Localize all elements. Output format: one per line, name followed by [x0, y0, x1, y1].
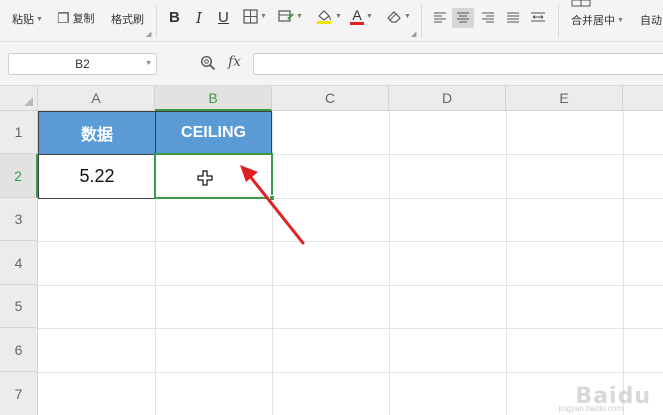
column-header-d[interactable]: D [389, 86, 506, 111]
zoom-icon[interactable] [200, 55, 216, 75]
watermark-url: jingyan.baidu.com [558, 404, 623, 413]
align-center-button[interactable] [452, 8, 474, 28]
formula-input[interactable] [253, 53, 663, 75]
cell-style-icon [278, 10, 294, 22]
name-box-value: B2 [75, 57, 90, 71]
align-left-button[interactable] [429, 8, 451, 28]
font-color-caret-icon: ▼ [366, 12, 373, 20]
eraser-icon [387, 11, 401, 23]
font-color-swatch [350, 22, 364, 25]
copy-label: 复制 [72, 13, 95, 25]
column-header-b[interactable]: B [155, 86, 272, 111]
merge-center-label: 合并居中 [571, 15, 615, 27]
formula-bar: B2 ▼ fx [0, 42, 663, 86]
underline-button[interactable]: U [218, 9, 229, 26]
cell-a2[interactable]: 5.22 [38, 154, 156, 199]
fill-color-icon [317, 10, 331, 24]
row-header-7[interactable]: 7 [0, 372, 38, 415]
paste-caret-icon[interactable]: ▼ [36, 16, 43, 23]
auto-wrap-button[interactable]: 自动 [640, 12, 662, 28]
font-color-glyph: A [352, 7, 362, 23]
ribbon-toolbar: 粘贴 ▼ ❐ 复制 格式刷 ◢ B I U ▼ ▼ ▼ A ▼ ▼ ◢ 合并居中… [0, 0, 663, 42]
paste-button[interactable]: 粘贴 ▼ [12, 11, 43, 27]
font-color-button[interactable]: A ▼ [350, 7, 373, 25]
cell-b1[interactable]: CEILING [155, 111, 272, 155]
insert-function-button[interactable]: fx [228, 54, 241, 70]
align-right-button[interactable] [477, 8, 499, 28]
row-header-3[interactable]: 3 [0, 198, 38, 241]
auto-wrap-label: 自动 [640, 15, 662, 27]
copy-icon: ❐ [57, 10, 70, 26]
column-header-f[interactable] [623, 86, 663, 111]
cell-style-caret-icon: ▼ [296, 13, 303, 20]
merge-center-button[interactable]: 合并居中 ▼ [571, 12, 624, 28]
row-header-4[interactable]: 4 [0, 241, 38, 285]
distribute-button[interactable] [527, 8, 549, 28]
copy-button[interactable]: ❐ 复制 [57, 10, 95, 26]
clipboard-group-expand-icon[interactable]: ◢ [146, 30, 151, 38]
distribute-icon [531, 12, 545, 22]
column-header-e[interactable]: E [506, 86, 623, 111]
paste-label: 粘贴 [12, 14, 34, 26]
fill-handle[interactable] [269, 195, 275, 201]
cell-cross-cursor-icon [197, 170, 213, 191]
select-all-corner[interactable] [0, 86, 38, 111]
border-button[interactable]: ▼ [243, 9, 267, 24]
justify-button[interactable] [502, 8, 524, 28]
fill-color-button[interactable]: ▼ [315, 8, 342, 25]
column-header-a[interactable]: A [38, 86, 155, 111]
justify-icon [507, 12, 519, 23]
cell-a1[interactable]: 数据 [38, 111, 156, 155]
select-all-triangle-icon [24, 97, 33, 106]
fill-color-caret-icon: ▼ [335, 13, 342, 20]
column-header-c[interactable]: C [272, 86, 389, 111]
name-box[interactable]: B2 ▼ [8, 53, 157, 75]
separator [558, 4, 559, 38]
clear-caret-icon: ▼ [404, 13, 411, 20]
border-icon [243, 9, 258, 24]
align-left-icon [434, 12, 446, 23]
italic-button[interactable]: I [196, 9, 202, 27]
align-center-icon [457, 12, 469, 23]
merge-center-icon [571, 0, 591, 8]
font-group-expand-icon[interactable]: ◢ [411, 30, 416, 38]
separator [421, 4, 422, 38]
clear-button[interactable]: ▼ [386, 9, 411, 24]
cell-b2-selected[interactable] [154, 153, 273, 199]
merge-center-caret-icon: ▼ [617, 16, 624, 24]
bold-button[interactable]: B [169, 9, 180, 26]
border-caret-icon: ▼ [260, 13, 267, 20]
cell-style-button[interactable]: ▼ [278, 9, 303, 24]
separator [156, 4, 157, 38]
format-painter-button[interactable]: 格式刷 [111, 11, 144, 27]
name-box-caret-icon[interactable]: ▼ [145, 60, 152, 67]
row-header-5[interactable]: 5 [0, 285, 38, 328]
format-painter-label: 格式刷 [111, 14, 144, 26]
row-header-1[interactable]: 1 [0, 111, 38, 154]
align-right-icon [482, 12, 494, 23]
row-header-6[interactable]: 6 [0, 328, 38, 372]
row-header-2[interactable]: 2 [0, 154, 38, 198]
